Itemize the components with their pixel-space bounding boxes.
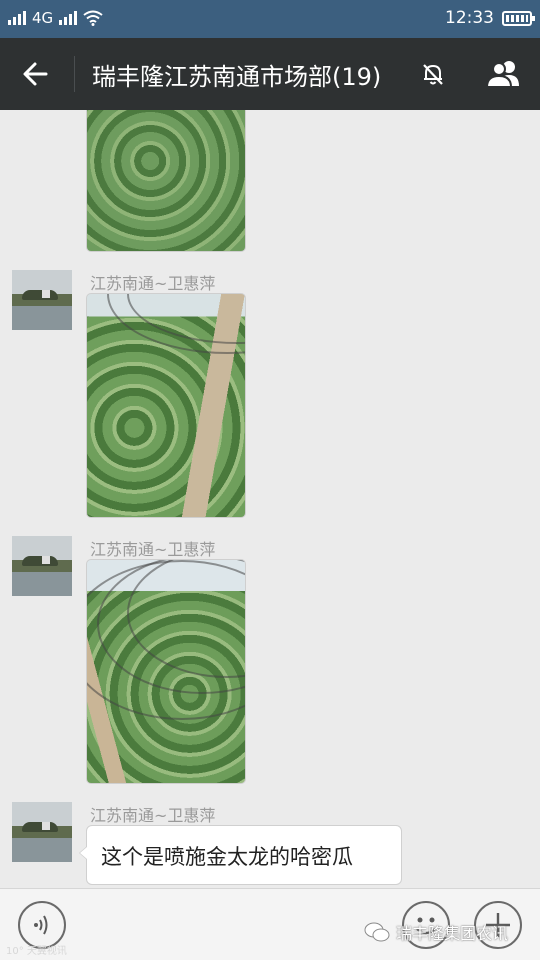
avatar[interactable]: [12, 802, 72, 862]
watermark-text: 瑞丰隆集团农讯: [396, 924, 509, 943]
chat-title: 瑞丰隆江苏南通市场部(19): [92, 63, 382, 91]
signal-icon-2: [59, 11, 78, 25]
sender-name: 江苏南通~卫惠萍: [90, 274, 216, 293]
message-image[interactable]: [86, 293, 246, 518]
avatar[interactable]: [12, 270, 72, 330]
group-members-icon: [485, 61, 519, 88]
battery-icon: [502, 11, 535, 26]
back-button[interactable]: [16, 56, 56, 92]
signal-icon: [8, 11, 26, 25]
sender-name: 江苏南通~卫惠萍: [90, 806, 216, 825]
watermark-right: 瑞丰隆集团农讯: [364, 920, 508, 944]
status-left: 4G: [8, 9, 103, 27]
wifi-icon: [83, 10, 103, 26]
clock: 12:33: [445, 8, 494, 28]
avatar[interactable]: [12, 536, 72, 596]
text-message-bubble[interactable]: 这个是喷施金太龙的哈密瓜: [79, 825, 402, 885]
message-image[interactable]: [86, 559, 246, 784]
sender-name: 江苏南通~卫惠萍: [90, 540, 216, 559]
message-image[interactable]: [86, 110, 246, 252]
message-list[interactable]: 江苏南通~卫惠萍 江苏南通~卫惠萍 江苏南通~卫惠萍 这个是喷施金太龙的哈密瓜: [0, 110, 540, 888]
group-info-button[interactable]: [482, 56, 526, 92]
mute-bell-icon: [423, 64, 443, 85]
watermark-left: 10° 天翼视讯: [6, 946, 67, 957]
chat-header: 瑞丰隆江苏南通市场部(19): [0, 38, 540, 110]
status-bar: 4G 12:33: [0, 0, 540, 38]
network-type: 4G: [32, 9, 54, 27]
back-arrow-icon: [23, 62, 48, 86]
header-divider: [74, 56, 75, 92]
voice-icon: [34, 915, 48, 935]
wechat-logo-icon: [364, 922, 390, 942]
